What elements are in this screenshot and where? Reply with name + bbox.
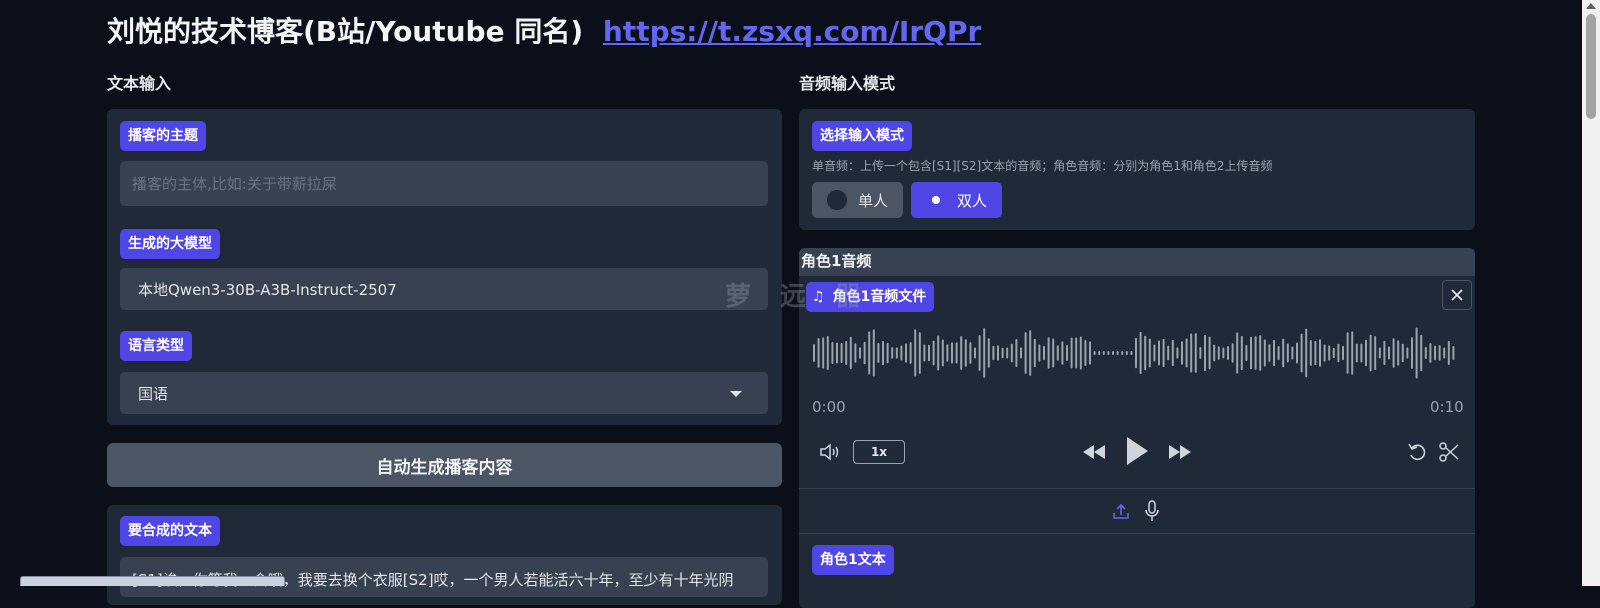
role1-audio-header: 角色1音频 (799, 248, 1475, 276)
language-select[interactable]: 国语 (120, 372, 768, 414)
radio-dual[interactable]: 双人 (911, 182, 1002, 218)
watermark: 萝 远 器 (725, 282, 872, 312)
upload-button[interactable] (1111, 500, 1131, 522)
radio-single-label: 单人 (858, 191, 889, 210)
undo-button[interactable] (1406, 440, 1430, 464)
upload-icon (1113, 503, 1129, 519)
close-button[interactable] (1442, 280, 1472, 310)
volume-button[interactable] (818, 440, 844, 464)
model-select[interactable]: 本地Qwen3-30B-A3B-Instruct-2507 (120, 268, 768, 310)
speed-button[interactable]: 1x (853, 440, 905, 464)
waveform[interactable] (812, 322, 1460, 384)
role1-text-label: 角色1文本 (812, 545, 894, 575)
header-link[interactable]: https://t.zsxq.com/IrQPr (603, 15, 981, 48)
trim-button[interactable] (1437, 440, 1461, 464)
microphone-icon (1145, 500, 1159, 521)
language-select-value: 国语 (138, 384, 169, 403)
radio-single[interactable]: 单人 (812, 182, 903, 218)
chevron-down-icon (730, 391, 742, 397)
audio-divider-2 (799, 533, 1475, 534)
undo-icon (1408, 443, 1426, 461)
time-end: 0:10 (1430, 398, 1464, 416)
rewind-icon (1083, 445, 1105, 459)
model-select-value: 本地Qwen3-30B-A3B-Instruct-2507 (138, 280, 397, 299)
mode-hint: 单音频：上传一个包含[S1][S2]文本的音频；角色音频：分别为角色1和角色2上… (812, 159, 1273, 173)
rewind-button[interactable] (1080, 440, 1108, 464)
os-window-edge (20, 576, 285, 586)
topic-field (120, 161, 768, 206)
radio-single-dot (826, 189, 848, 211)
radio-dual-dot (925, 189, 947, 211)
mode-label: 选择输入模式 (812, 121, 912, 151)
microphone-button[interactable] (1142, 499, 1162, 523)
scrollbar-thumb[interactable] (1586, 14, 1596, 119)
close-icon (1451, 289, 1463, 301)
audio-divider-1 (799, 488, 1475, 489)
audio-input-section-label: 音频输入模式 (799, 74, 896, 93)
synth-text-label: 要合成的文本 (120, 516, 220, 546)
fast-forward-icon (1169, 445, 1191, 459)
language-label: 语言类型 (120, 331, 192, 361)
play-button[interactable] (1122, 434, 1152, 468)
scissors-icon (1439, 442, 1459, 462)
time-start: 0:00 (812, 398, 846, 416)
page-title-text: 刘悦的技术博客(B站/Youtube 同名) (107, 15, 584, 48)
volume-icon (820, 443, 839, 461)
generate-podcast-button[interactable]: 自动生成播客内容 (107, 443, 782, 487)
page-title: 刘悦的技术博客(B站/Youtube 同名) https://t.zsxq.co… (107, 10, 981, 50)
radio-dual-label: 双人 (957, 191, 988, 210)
page-scrollbar[interactable] (1582, 0, 1600, 586)
topic-label: 播客的主题 (120, 121, 206, 151)
topic-input[interactable] (120, 161, 768, 206)
text-input-section-label: 文本输入 (107, 74, 172, 93)
model-label: 生成的大模型 (120, 229, 220, 259)
play-icon (1127, 437, 1148, 465)
scroll-up-icon[interactable] (1586, 3, 1596, 9)
forward-button[interactable] (1166, 440, 1194, 464)
